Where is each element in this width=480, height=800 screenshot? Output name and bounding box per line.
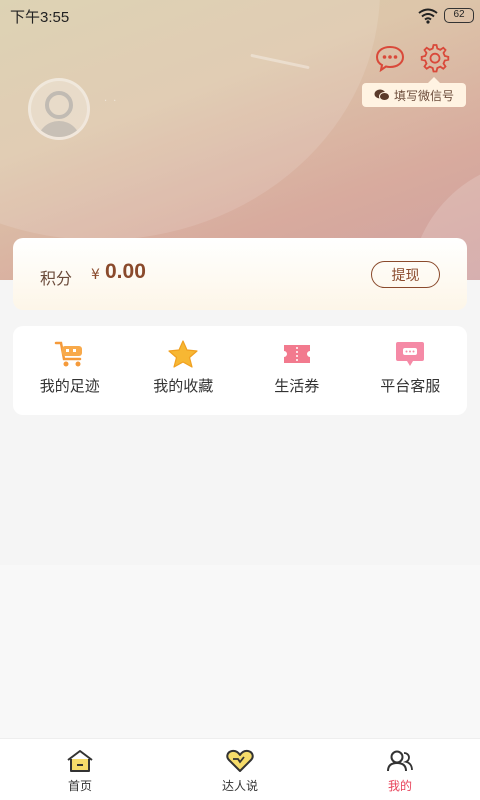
battery-indicator: 62 <box>444 8 474 23</box>
tab-expert-talk[interactable]: 达人说 <box>160 739 320 800</box>
menu-item-support[interactable]: 平台客服 <box>354 326 468 415</box>
menu-item-label: 平台客服 <box>380 377 441 395</box>
heart-icon <box>226 749 254 772</box>
menu-item-favorites[interactable]: 我的收藏 <box>127 326 241 415</box>
username-placeholder: ·· <box>104 96 123 107</box>
menu-item-footprint[interactable]: 我的足迹 <box>13 326 127 415</box>
user-icon <box>387 750 413 772</box>
avatar-head <box>45 91 73 119</box>
menu-item-label: 我的足迹 <box>39 377 100 395</box>
tab-mine[interactable]: 我的 <box>320 739 480 800</box>
tab-home[interactable]: 首页 <box>0 739 160 800</box>
quick-menu: 我的足迹 我的收藏 生活券 平台客服 <box>13 326 467 415</box>
status-time: 下午3:55 <box>10 9 70 26</box>
menu-item-coupons[interactable]: 生活券 <box>240 326 354 415</box>
cart-icon <box>54 341 82 367</box>
points-card: 积分 ¥ 0.00 提现 <box>13 238 467 310</box>
points-value: 0.00 <box>105 260 146 283</box>
points-currency: ¥ <box>91 267 100 283</box>
wechat-tip-label: 填写微信号 <box>393 88 454 103</box>
wechat-id-tip[interactable]: 填写微信号 <box>362 77 466 107</box>
home-icon <box>67 750 93 772</box>
tab-label: 我的 <box>387 779 412 793</box>
message-icon[interactable] <box>375 44 405 72</box>
withdraw-button[interactable]: 提现 <box>371 261 440 288</box>
menu-item-label: 生活券 <box>274 377 320 395</box>
wifi-icon <box>418 8 438 24</box>
avatar[interactable] <box>28 78 90 140</box>
gear-icon[interactable] <box>420 43 450 73</box>
tab-label: 首页 <box>67 779 92 793</box>
wechat-icon <box>374 89 390 101</box>
ticket-icon <box>283 345 310 363</box>
points-label: 积分 <box>40 269 73 288</box>
menu-item-label: 我的收藏 <box>153 377 214 395</box>
tab-label: 达人说 <box>221 779 258 793</box>
chat-bubble-icon <box>396 342 425 366</box>
bottom-tab-bar: 首页 达人说 我的 <box>0 738 480 800</box>
content-area <box>0 565 480 738</box>
star-icon <box>168 340 198 368</box>
status-bar: 下午3:55 62 <box>0 0 480 32</box>
